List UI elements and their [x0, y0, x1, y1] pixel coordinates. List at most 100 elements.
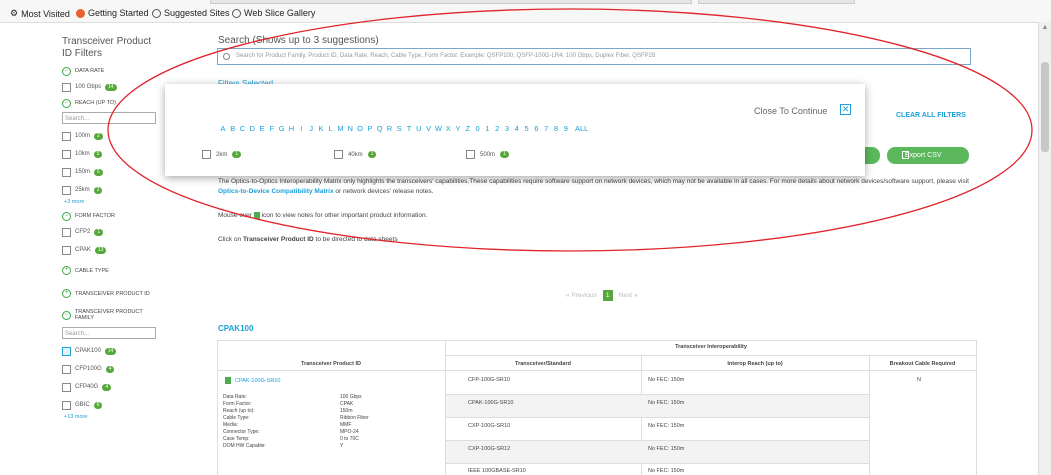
- digit-9[interactable]: 9: [561, 124, 571, 133]
- letter-u[interactable]: U: [414, 124, 424, 133]
- page-scrollbar[interactable]: ▲: [1038, 22, 1051, 475]
- filter-option[interactable]: 25km 3: [62, 181, 162, 199]
- letter-k[interactable]: K: [316, 124, 326, 133]
- filter-option[interactable]: CPAK 13: [62, 241, 162, 259]
- product-id-link[interactable]: CPAK-100G-SR10: [235, 378, 280, 384]
- digit-4[interactable]: 4: [512, 124, 522, 133]
- checkbox[interactable]: [62, 131, 71, 141]
- checkbox[interactable]: [62, 227, 71, 237]
- letter-z[interactable]: Z: [463, 124, 473, 133]
- letter-i[interactable]: I: [296, 124, 306, 133]
- section-label: TRANSCEIVER PRODUCT ID: [75, 290, 150, 297]
- main-search-input[interactable]: Search for Product Family, Product ID, D…: [217, 48, 971, 65]
- checkbox[interactable]: [62, 245, 71, 255]
- checkbox[interactable]: [466, 150, 475, 159]
- scrollbar-thumb[interactable]: [1041, 62, 1049, 152]
- bookmark-suggested-sites[interactable]: Suggested Sites: [152, 8, 230, 18]
- show-more-link[interactable]: +3 more: [62, 199, 162, 209]
- checkbox[interactable]: [62, 82, 71, 92]
- close-to-continue-label[interactable]: Close To Continue: [754, 106, 827, 116]
- note-icon[interactable]: [225, 377, 231, 384]
- scroll-up-icon[interactable]: ▲: [1041, 24, 1049, 32]
- letter-r[interactable]: R: [385, 124, 395, 133]
- address-bar-edge[interactable]: [210, 0, 692, 4]
- letter-p[interactable]: P: [365, 124, 375, 133]
- previous-page-link[interactable]: « Previous: [566, 292, 597, 299]
- checkbox[interactable]: [62, 185, 71, 195]
- popup-option[interactable]: 500m 1: [466, 150, 509, 159]
- digit-8[interactable]: 8: [551, 124, 561, 133]
- bookmark-most-visited[interactable]: ⚙ Most Visited: [10, 8, 70, 19]
- letter-m[interactable]: M: [336, 124, 346, 133]
- checkbox[interactable]: [62, 364, 71, 374]
- compatibility-matrix-link[interactable]: Optics-to-Device Compatibility Matrix: [218, 188, 334, 195]
- letter-e[interactable]: E: [257, 124, 267, 133]
- letter-g[interactable]: G: [277, 124, 287, 133]
- letter-x[interactable]: X: [443, 124, 453, 133]
- clear-all-filters-link[interactable]: CLEAR ALL FILTERS: [896, 112, 966, 119]
- letter-all[interactable]: ALL: [571, 124, 593, 133]
- letter-v[interactable]: V: [424, 124, 434, 133]
- bookmark-web-slice-gallery[interactable]: Web Slice Gallery: [232, 8, 315, 18]
- letter-y[interactable]: Y: [453, 124, 463, 133]
- letter-w[interactable]: W: [434, 124, 444, 133]
- current-page[interactable]: 1: [602, 290, 613, 301]
- bookmark-getting-started[interactable]: Getting Started: [76, 8, 149, 18]
- checkbox[interactable]: [62, 167, 71, 177]
- letter-t[interactable]: T: [404, 124, 414, 133]
- table-row-reach: No FEC: 150m: [648, 468, 685, 474]
- digit-6[interactable]: 6: [532, 124, 542, 133]
- letter-s[interactable]: S: [394, 124, 404, 133]
- filter-option[interactable]: 100m 2: [62, 127, 162, 145]
- section-cable-type[interactable]: + CABLE TYPE: [62, 259, 162, 282]
- table-row-standard: CPAK-100G-SR10: [468, 400, 514, 406]
- letter-b[interactable]: B: [228, 124, 238, 133]
- next-page-link[interactable]: Next »: [619, 292, 638, 299]
- letter-l[interactable]: L: [326, 124, 336, 133]
- letter-a[interactable]: A: [218, 124, 228, 133]
- filter-option[interactable]: CFP100G 4: [62, 360, 162, 378]
- filter-option[interactable]: CFP2 1: [62, 223, 162, 241]
- letter-q[interactable]: Q: [375, 124, 385, 133]
- filter-option[interactable]: 10km 5: [62, 145, 162, 163]
- letter-n[interactable]: N: [345, 124, 355, 133]
- letter-o[interactable]: O: [355, 124, 365, 133]
- checkbox-checked[interactable]: [62, 346, 71, 356]
- letter-h[interactable]: H: [287, 124, 297, 133]
- popup-option[interactable]: 40km 1: [334, 150, 377, 159]
- section-product-id[interactable]: + TRANSCEIVER PRODUCT ID: [62, 282, 162, 305]
- digit-0[interactable]: 0: [473, 124, 483, 133]
- search-bar-edge[interactable]: [698, 0, 855, 4]
- export-csv-button[interactable]: Export CSV: [887, 147, 969, 164]
- close-icon[interactable]: ✕: [840, 104, 851, 115]
- digit-7[interactable]: 7: [541, 124, 551, 133]
- checkbox[interactable]: [62, 382, 71, 392]
- reach-search-input[interactable]: Search...: [62, 112, 156, 124]
- filter-option[interactable]: 100 Gbps 14: [62, 78, 162, 96]
- checkbox[interactable]: [62, 149, 71, 159]
- letter-d[interactable]: D: [247, 124, 257, 133]
- show-more-link[interactable]: +13 more: [62, 414, 162, 424]
- digit-1[interactable]: 1: [483, 124, 493, 133]
- family-search-input[interactable]: Search...: [62, 327, 156, 339]
- digit-5[interactable]: 5: [522, 124, 532, 133]
- section-product-family[interactable]: − TRANSCEIVER PRODUCT FAMILY: [62, 305, 162, 325]
- filter-option[interactable]: CFP40G 4: [62, 378, 162, 396]
- letter-c[interactable]: C: [238, 124, 248, 133]
- filter-option[interactable]: CPAK100 14: [62, 342, 162, 360]
- digit-2[interactable]: 2: [492, 124, 502, 133]
- letter-j[interactable]: J: [306, 124, 316, 133]
- section-data-rate[interactable]: − DATA RATE: [62, 64, 162, 78]
- section-label: CABLE TYPE: [75, 267, 109, 274]
- checkbox[interactable]: [62, 400, 71, 410]
- section-reach[interactable]: − REACH (up to): [62, 96, 162, 110]
- disclaimer-tail: or network devices' release notes.: [333, 188, 434, 195]
- checkbox[interactable]: [202, 150, 211, 159]
- filter-option[interactable]: 150m 5: [62, 163, 162, 181]
- section-form-factor[interactable]: − FORM FACTOR: [62, 209, 162, 223]
- digit-3[interactable]: 3: [502, 124, 512, 133]
- filter-option[interactable]: GBIC 6: [62, 396, 162, 414]
- checkbox[interactable]: [334, 150, 343, 159]
- popup-option[interactable]: 2km 1: [202, 150, 242, 159]
- letter-f[interactable]: F: [267, 124, 277, 133]
